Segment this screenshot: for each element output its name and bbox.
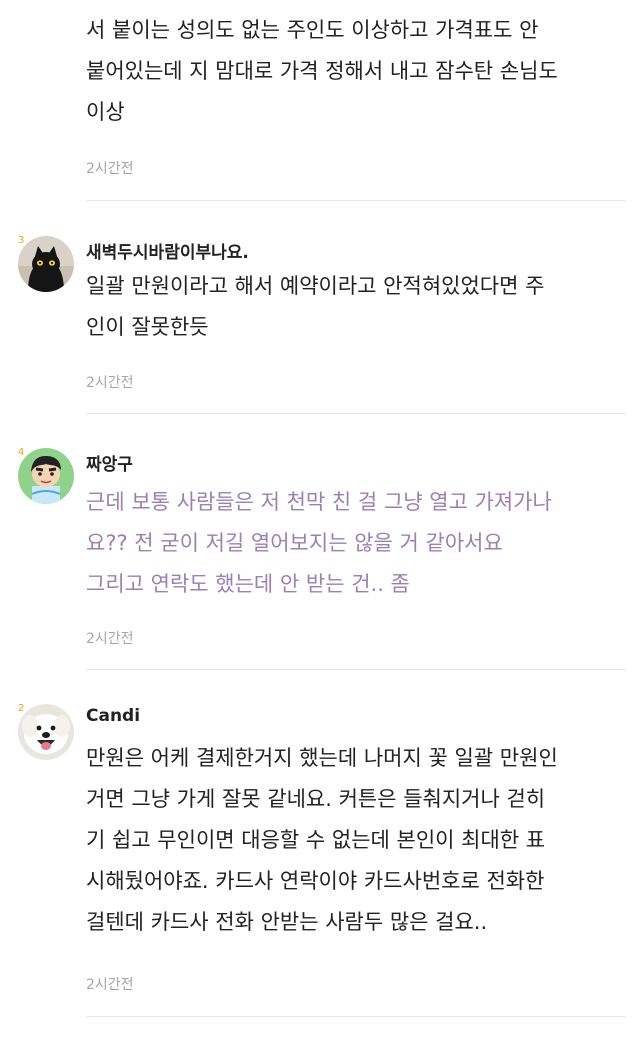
comment-text-line: 만원은 어케 결제한거지 했는데 나머지 꽃 일괄 만원인	[86, 746, 558, 770]
comment-divider	[86, 669, 626, 670]
black-cat-avatar-icon	[18, 236, 74, 292]
level-badge: 2	[18, 703, 25, 714]
comment-divider	[86, 413, 626, 414]
cartoon-boy-avatar-icon	[18, 448, 74, 504]
comment-text: 서 붙이는 성의도 없는 주인도 이상하고 가격표도 안 붙어있는데 지 맘대로…	[86, 10, 626, 133]
comment-text-line: 근데 보통 사람들은 저 천막 친 걸 그냥 열고 가져가나	[86, 490, 552, 514]
comment-text-line: 이상	[86, 100, 125, 124]
comment-divider	[86, 1016, 626, 1017]
level-badge: 3	[18, 235, 25, 246]
comment-timestamp: 2시간전	[86, 631, 134, 647]
comment-text-line: 인이 잘못한듯	[86, 315, 209, 339]
comment-divider	[86, 200, 626, 201]
comment-timestamp: 2시간전	[86, 161, 134, 177]
white-dog-avatar-icon	[18, 704, 74, 760]
comment-nickname[interactable]: Candi	[86, 706, 140, 726]
comment-text-line: 기 쉽고 무인이면 대응할 수 없는데 본인이 최대한 표	[86, 828, 546, 852]
comment-text: 만원은 어케 결제한거지 했는데 나머지 꽃 일괄 만원인 거면 그냥 가게 잘…	[86, 738, 626, 943]
comment-text: 일괄 만원이라고 해서 예약이라고 안적혀있었다면 주 인이 잘못한듯	[86, 266, 626, 348]
comment-nickname[interactable]: 짜앙구	[86, 450, 133, 475]
comment-text-line: 요?? 전 굳이 저길 열어보지는 않을 거 같아서요	[86, 531, 503, 555]
avatar[interactable]	[18, 448, 74, 504]
comment-text-line: 걸텐데 카드사 전화 안받는 사람두 많은 걸요..	[86, 910, 488, 934]
comment-nickname[interactable]: 새벽두시바람이부나요.	[86, 238, 249, 263]
comment-text-line: 서 붙이는 성의도 없는 주인도 이상하고 가격표도 안	[86, 18, 539, 42]
comment-text-line: 일괄 만원이라고 해서 예약이라고 안적혀있었다면 주	[86, 274, 545, 298]
comment-timestamp: 2시간전	[86, 977, 134, 993]
avatar[interactable]	[18, 236, 74, 292]
comment-text: 근데 보통 사람들은 저 천막 친 걸 그냥 열고 가져가나 요?? 전 굳이 …	[86, 482, 626, 605]
comment-timestamp: 2시간전	[86, 375, 134, 391]
comment-text-line: 그리고 연락도 했는데 안 받는 건.. 좀	[86, 572, 410, 596]
comment-text-line: 붙어있는데 지 맘대로 가격 정해서 내고 잠수탄 손님도	[86, 59, 558, 83]
avatar[interactable]	[18, 704, 74, 760]
comment-text-line: 거면 그냥 가게 잘못 같네요. 커튼은 들춰지거나 걷히	[86, 787, 546, 811]
comment-text-line: 시해뒀어야죠. 카드사 연락이야 카드사번호로 전화한	[86, 869, 545, 893]
level-badge: 4	[18, 447, 25, 458]
